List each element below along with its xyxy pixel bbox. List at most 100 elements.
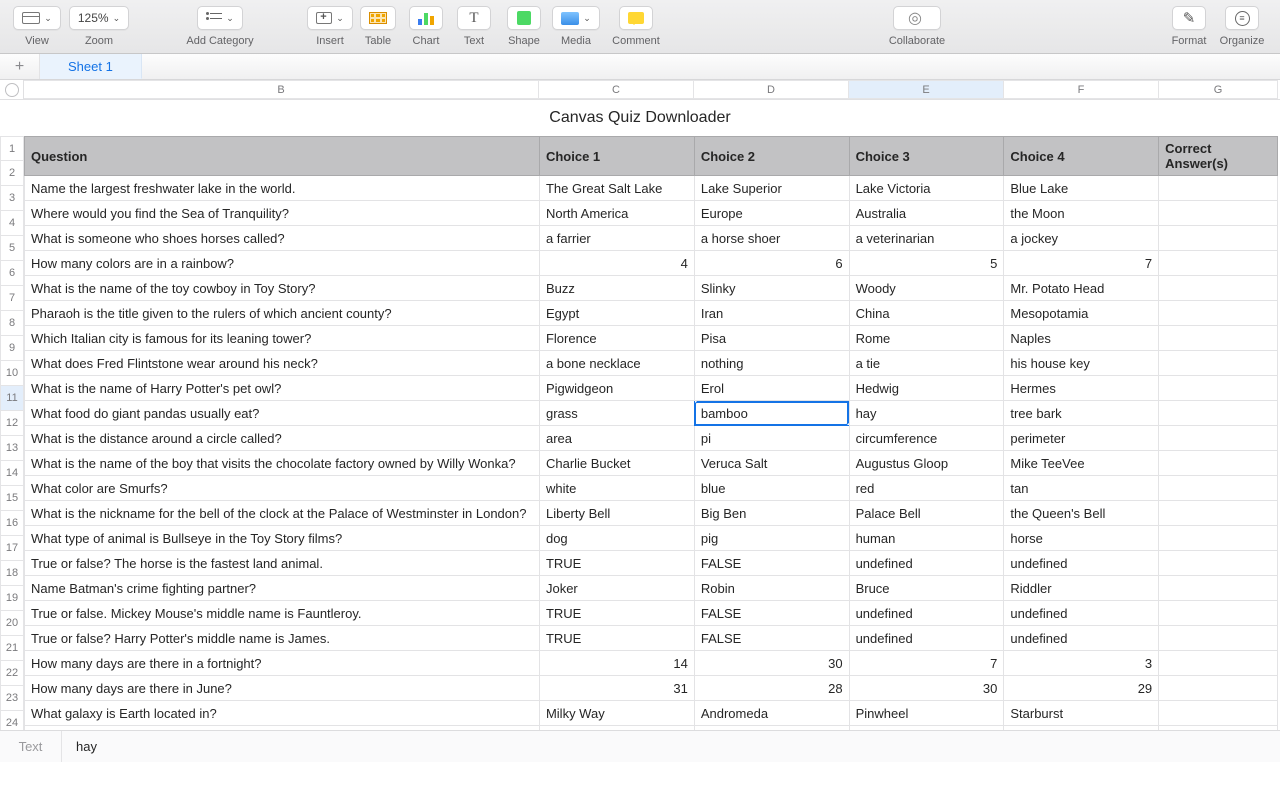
cell[interactable]: Pigwidgeon	[539, 376, 694, 401]
cell[interactable]: tan	[1004, 476, 1159, 501]
cell[interactable]: Where would you find the Sea of Tranquil…	[25, 201, 540, 226]
cell[interactable]: Liberty Bell	[539, 501, 694, 526]
cell[interactable]: Starburst	[1004, 701, 1159, 726]
text-button[interactable]: T	[457, 6, 491, 30]
cell[interactable]: What is the name of Harry Potter's pet o…	[25, 376, 540, 401]
cell[interactable]: 5	[849, 251, 1004, 276]
cell[interactable]: pig	[694, 526, 849, 551]
cell[interactable]: blue	[694, 476, 849, 501]
comment-button[interactable]	[619, 6, 653, 30]
row-header[interactable]: 21	[0, 636, 24, 661]
zoom-button[interactable]: 125%⌄	[69, 6, 129, 30]
cell[interactable]: Mr. Potato Head	[1004, 276, 1159, 301]
cell[interactable]: Pharaoh is the title given to the rulers…	[25, 301, 540, 326]
row-header[interactable]: 16	[0, 511, 24, 536]
column-header-E[interactable]: E	[849, 80, 1004, 99]
cell[interactable]: Name the largest freshwater lake in the …	[25, 176, 540, 201]
cell[interactable]	[1159, 626, 1278, 651]
cell[interactable]	[1159, 476, 1278, 501]
cell[interactable]: Pisa	[694, 326, 849, 351]
cell[interactable]: Joker	[539, 576, 694, 601]
cell[interactable]: Buzz	[539, 276, 694, 301]
cell[interactable]: grass	[539, 401, 694, 426]
row-header[interactable]: 13	[0, 436, 24, 461]
cell[interactable]: Mesopotamia	[1004, 301, 1159, 326]
column-header-G[interactable]: G	[1159, 80, 1278, 99]
row-header[interactable]: 7	[0, 286, 24, 311]
view-button[interactable]: ⌄	[13, 6, 61, 30]
table-button[interactable]	[360, 6, 396, 30]
cell[interactable]	[1159, 651, 1278, 676]
cell[interactable]	[1159, 376, 1278, 401]
formula-bar[interactable]: Text hay	[0, 730, 1280, 762]
cell[interactable]: horse	[1004, 526, 1159, 551]
add-sheet-button[interactable]: +	[0, 54, 40, 79]
cell[interactable]: tree bark	[1004, 401, 1159, 426]
row-header[interactable]: 4	[0, 211, 24, 236]
row-header[interactable]: 12	[0, 411, 24, 436]
sheet-tab[interactable]: Sheet 1	[40, 54, 142, 79]
cell[interactable]: Riddler	[1004, 576, 1159, 601]
cell[interactable]: the Queen's Bell	[1004, 501, 1159, 526]
cell[interactable]	[1159, 676, 1278, 701]
column-header-F[interactable]: F	[1004, 80, 1159, 99]
formula-bar-value[interactable]: hay	[62, 739, 97, 754]
cell[interactable]: Europe	[694, 201, 849, 226]
cell[interactable]: area	[539, 426, 694, 451]
chart-button[interactable]	[409, 6, 443, 30]
cell[interactable]: China	[849, 301, 1004, 326]
cell[interactable]: bamboo	[694, 401, 849, 426]
row-header[interactable]: 1	[0, 136, 24, 161]
column-header-C[interactable]: C	[539, 80, 694, 99]
table-header-cell[interactable]: Correct Answer(s)	[1159, 137, 1278, 176]
column-header-B[interactable]: B	[24, 80, 539, 99]
row-header[interactable]: 8	[0, 311, 24, 336]
cell[interactable]: North America	[539, 201, 694, 226]
cell[interactable]	[1159, 301, 1278, 326]
cell[interactable]: nothing	[694, 351, 849, 376]
cell[interactable]: Big Ben	[694, 501, 849, 526]
cell[interactable]: Robin	[694, 576, 849, 601]
cell[interactable]	[1159, 426, 1278, 451]
cell[interactable]: Erol	[694, 376, 849, 401]
cell[interactable]: The Great Salt Lake	[539, 176, 694, 201]
cell[interactable]: undefined	[1004, 626, 1159, 651]
cell[interactable]: What is the distance around a circle cal…	[25, 426, 540, 451]
cell[interactable]: How many days are there in a fortnight?	[25, 651, 540, 676]
cell[interactable]: 30	[849, 676, 1004, 701]
row-header[interactable]: 3	[0, 186, 24, 211]
cell[interactable]: dog	[539, 526, 694, 551]
table-title[interactable]: Canvas Quiz Downloader	[0, 100, 1280, 136]
cell[interactable]: Hermes	[1004, 376, 1159, 401]
cell[interactable]	[1159, 601, 1278, 626]
cell[interactable]: 7	[1004, 251, 1159, 276]
cell[interactable]: 28	[694, 676, 849, 701]
cell[interactable]: 14	[539, 651, 694, 676]
cell[interactable]: Which Italian city is famous for its lea…	[25, 326, 540, 351]
cell[interactable]: undefined	[1004, 551, 1159, 576]
cell[interactable]: undefined	[1004, 601, 1159, 626]
cell[interactable]: Andromeda	[694, 701, 849, 726]
row-header[interactable]: 20	[0, 611, 24, 636]
cell[interactable]: his house key	[1004, 351, 1159, 376]
row-header[interactable]: 18	[0, 561, 24, 586]
cell[interactable]	[1159, 176, 1278, 201]
cell[interactable]: Woody	[849, 276, 1004, 301]
cell[interactable]: human	[849, 526, 1004, 551]
cell[interactable]: a veterinarian	[849, 226, 1004, 251]
cell[interactable]: What is someone who shoes horses called?	[25, 226, 540, 251]
cell[interactable]: Charlie Bucket	[539, 451, 694, 476]
spreadsheet-grid[interactable]: Canvas Quiz Downloader 12345678910111213…	[0, 100, 1280, 762]
cell[interactable]	[1159, 526, 1278, 551]
cell[interactable]	[1159, 701, 1278, 726]
cell[interactable]: a horse shoer	[694, 226, 849, 251]
shape-button[interactable]	[507, 6, 541, 30]
cell[interactable]	[1159, 576, 1278, 601]
cell[interactable]: FALSE	[694, 551, 849, 576]
cell[interactable]: What is the name of the boy that visits …	[25, 451, 540, 476]
cell[interactable]: Mike TeeVee	[1004, 451, 1159, 476]
media-button[interactable]: ⌄	[552, 6, 600, 30]
cell[interactable]: Milky Way	[539, 701, 694, 726]
format-button[interactable]: ✎	[1172, 6, 1206, 30]
cell[interactable]: 30	[694, 651, 849, 676]
